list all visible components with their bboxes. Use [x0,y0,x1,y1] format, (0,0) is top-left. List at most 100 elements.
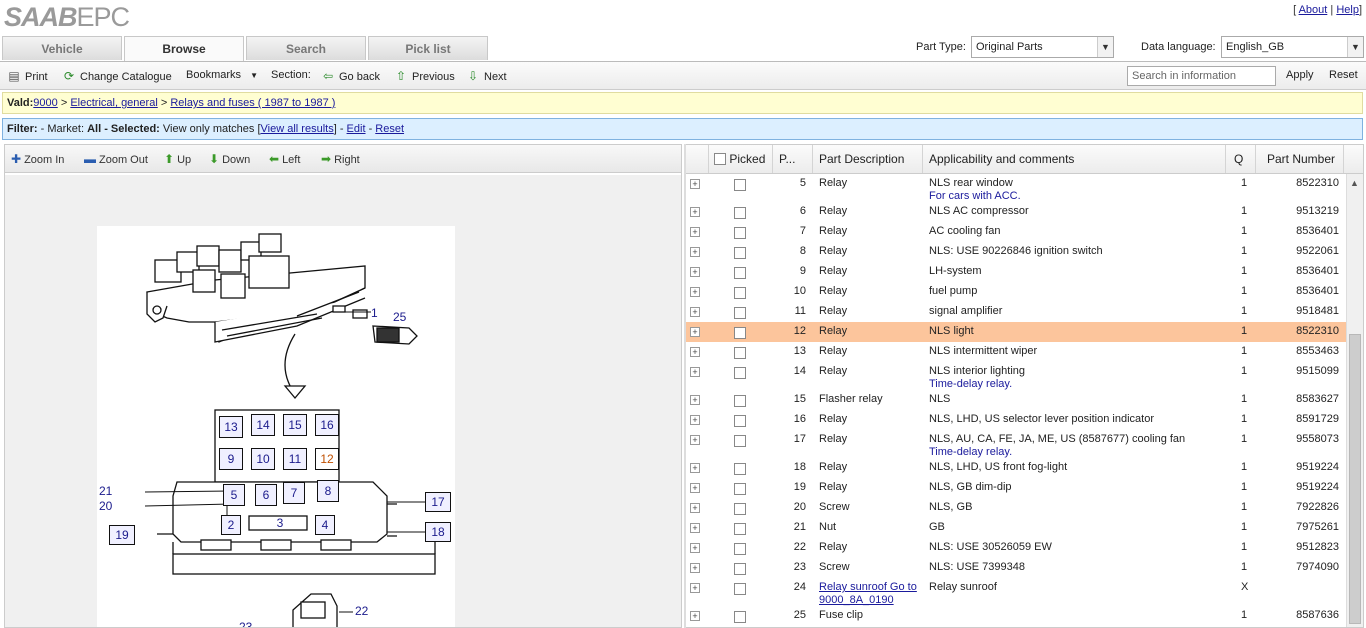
table-row[interactable]: +22 Relay NLS: USE 30526059 EW 1 9512823 [686,538,1346,558]
table-row[interactable]: +12 Relay NLS light 1 8522310 [686,322,1346,342]
table-row[interactable]: +6 Relay NLS AC compressor 1 9513219 [686,202,1346,222]
pick-checkbox[interactable] [734,227,746,239]
expand-row-icon[interactable]: + [690,611,700,621]
table-row[interactable]: +19 Relay NLS, GB dim-dip 1 9519224 [686,478,1346,498]
tab-search[interactable]: Search [246,36,366,60]
expand-row-icon[interactable]: + [690,463,700,473]
callout-15[interactable]: 15 [283,414,307,436]
expand-row-icon[interactable]: + [690,435,700,445]
table-row[interactable]: +16 Relay NLS, LHD, US selector lever posi… [686,410,1346,430]
callout-22[interactable]: 22 [355,604,368,618]
expand-row-icon[interactable]: + [690,327,700,337]
expand-row-icon[interactable]: + [690,563,700,573]
expand-row-icon[interactable]: + [690,207,700,217]
table-row[interactable]: +13 Relay NLS intermittent wiper 1 8553463 [686,342,1346,362]
expand-row-icon[interactable]: + [690,415,700,425]
pick-checkbox[interactable] [734,327,746,339]
header-quantity[interactable]: Q [1225,145,1255,173]
part-type-select[interactable]: Original Parts ▼ [971,36,1114,58]
pan-down-button[interactable]: ⬇ Down [209,152,250,166]
expand-row-icon[interactable]: + [690,543,700,553]
header-applicability[interactable]: Applicability and comments [922,145,1225,173]
table-row[interactable]: +5 Relay NLS rear window For cars with ACC.… [686,174,1346,202]
pick-checkbox[interactable] [734,543,746,555]
data-language-select[interactable]: English_GB ▼ [1221,36,1364,58]
bookmarks-menu[interactable]: Bookmarks ▼ [186,69,258,81]
scrollbar-thumb[interactable] [1349,334,1361,624]
breadcrumb-group[interactable]: Electrical, general [70,97,157,109]
callout-17[interactable]: 17 [425,492,451,512]
callout-2[interactable]: 2 [221,515,241,535]
callout-25[interactable]: 25 [393,310,406,324]
callout-18[interactable]: 18 [425,522,451,542]
expand-row-icon[interactable]: + [690,287,700,297]
pan-up-button[interactable]: ⬆ Up [164,152,191,166]
expand-row-icon[interactable]: + [690,395,700,405]
view-all-results-link[interactable]: View all results [261,123,334,135]
pick-checkbox[interactable] [734,247,746,259]
next-button[interactable]: ⇩ Next [466,69,507,83]
callout-16[interactable]: 16 [315,414,339,436]
help-link[interactable]: Help [1336,4,1359,16]
callout-13[interactable]: 13 [219,416,243,438]
go-back-button[interactable]: ⇦ Go back [321,69,380,83]
breadcrumb-section[interactable]: Relays and fuses ( 1987 to 1987 ) [170,97,335,109]
pick-checkbox[interactable] [734,367,746,379]
scroll-up-icon[interactable]: ▲ [1350,178,1359,188]
diagram-viewport[interactable]: 1 25 13 14 15 16 9 10 11 12 5 6 7 8 2 3 … [5,175,681,627]
zoom-in-button[interactable]: ✚ Zoom In [11,152,64,166]
expand-row-icon[interactable]: + [690,267,700,277]
table-scrollbar[interactable]: ▲ [1346,174,1363,627]
tab-browse[interactable]: Browse [124,36,244,61]
zoom-out-button[interactable]: ▬ Zoom Out [84,152,148,166]
header-position[interactable]: P... [772,145,812,173]
exploded-diagram[interactable]: 1 25 13 14 15 16 9 10 11 12 5 6 7 8 2 3 … [97,226,455,627]
table-row[interactable]: +11 Relay signal amplifier 1 9518481 [686,302,1346,322]
expand-row-icon[interactable]: + [690,247,700,257]
pick-checkbox[interactable] [734,179,746,191]
callout-20[interactable]: 20 [99,499,112,513]
callout-23[interactable]: 23 [239,620,252,627]
expand-row-icon[interactable]: + [690,179,700,189]
expand-row-icon[interactable]: + [690,227,700,237]
header-part-description[interactable]: Part Description [812,145,922,173]
row-part-description[interactable]: Relay sunroof Go to [819,581,917,593]
expand-row-icon[interactable]: + [690,307,700,317]
table-row[interactable]: +18 Relay NLS, LHD, US front fog-light 1 951… [686,458,1346,478]
pick-checkbox[interactable] [734,523,746,535]
pick-checkbox[interactable] [734,347,746,359]
pick-checkbox[interactable] [734,415,746,427]
header-part-number[interactable]: Part Number [1255,145,1343,173]
pick-checkbox[interactable] [734,503,746,515]
callout-14[interactable]: 14 [251,414,275,436]
table-row[interactable]: +8 Relay NLS: USE 90226846 ignition switch… [686,242,1346,262]
expand-row-icon[interactable]: + [690,483,700,493]
table-row[interactable]: +21 Nut GB 1 7975261 [686,518,1346,538]
callout-1[interactable]: 1 [371,306,378,320]
apply-button[interactable]: Apply [1286,69,1314,81]
callout-19[interactable]: 19 [109,525,135,545]
pan-left-button[interactable]: ⬅ Left [269,152,300,166]
pick-checkbox[interactable] [734,611,746,623]
callout-7[interactable]: 7 [283,482,305,504]
breadcrumb-model[interactable]: 9000 [33,97,57,109]
filter-edit-link[interactable]: Edit [347,123,366,135]
table-row[interactable]: +20 Screw NLS, GB 1 7922826 [686,498,1346,518]
table-row[interactable]: +9 Relay LH-system 1 8536401 [686,262,1346,282]
pick-checkbox[interactable] [734,463,746,475]
about-link[interactable]: About [1299,4,1328,16]
callout-10[interactable]: 10 [251,448,275,470]
callout-5[interactable]: 5 [223,484,245,506]
callout-6[interactable]: 6 [255,484,277,506]
select-all-checkbox[interactable] [714,153,726,165]
table-row[interactable]: +14 Relay NLS interior lighting Time-delay … [686,362,1346,390]
pick-checkbox[interactable] [734,395,746,407]
table-row[interactable]: +10 Relay fuel pump 1 8536401 [686,282,1346,302]
previous-button[interactable]: ⇧ Previous [394,69,455,83]
callout-8[interactable]: 8 [317,480,339,502]
tab-vehicle[interactable]: Vehicle [2,36,122,60]
table-row[interactable]: +7 Relay AC cooling fan 1 8536401 [686,222,1346,242]
table-row[interactable]: +23 Screw NLS: USE 7399348 1 7974090 [686,558,1346,578]
callout-12-highlighted[interactable]: 12 [315,448,339,470]
reset-button[interactable]: Reset [1329,69,1358,81]
